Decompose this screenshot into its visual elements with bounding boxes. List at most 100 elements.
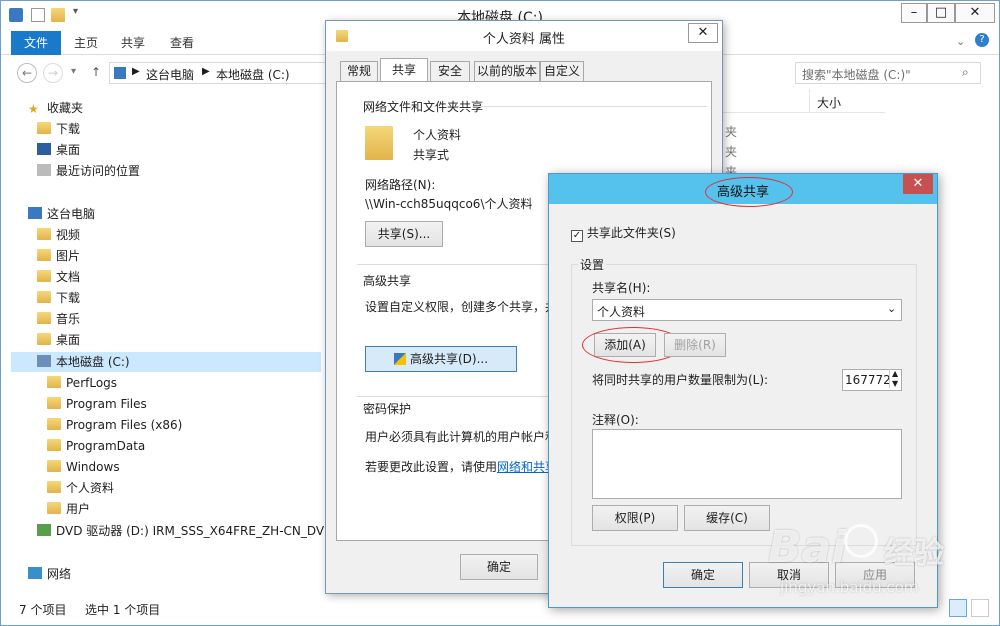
- permissions-button[interactable]: 权限(P): [592, 505, 678, 531]
- stepper-down-icon[interactable]: ▼: [889, 379, 898, 388]
- user-limit-stepper[interactable]: 167772 ▲ ▼: [842, 369, 902, 391]
- recent-places-icon: [37, 164, 51, 176]
- pictures-folder-icon: [37, 249, 51, 261]
- nav-network[interactable]: 网络: [28, 564, 71, 584]
- list-item[interactable]: 夹: [725, 143, 737, 160]
- share-button[interactable]: 共享(S)...: [365, 221, 443, 247]
- paw-logo-icon: [844, 524, 878, 558]
- nav-label: Program Files (x86): [66, 418, 183, 432]
- nav-label: 视频: [56, 228, 81, 242]
- advanced-sharing-button[interactable]: 高级共享(D)...: [365, 346, 517, 372]
- maximize-button[interactable]: □: [927, 3, 955, 23]
- status-item-count: 7 个项目: [19, 603, 67, 617]
- column-header-size[interactable]: 大小: [817, 94, 841, 111]
- share-name-select[interactable]: 个人资料 ⌄: [592, 299, 902, 321]
- nav-label: ProgramData: [66, 439, 146, 453]
- nav-favorite-downloads[interactable]: 下载: [37, 119, 80, 139]
- close-button[interactable]: ✕: [955, 3, 995, 23]
- computer-icon: [28, 207, 42, 219]
- nav-label: 下载: [56, 291, 81, 305]
- nav-pictures[interactable]: 图片: [37, 246, 80, 266]
- tab-share[interactable]: 共享: [116, 31, 150, 55]
- search-input[interactable]: 搜索"本地磁盘 (C:)" ⌕: [795, 62, 981, 84]
- remove-button[interactable]: 删除(R): [664, 333, 726, 357]
- nav-perflogs[interactable]: PerfLogs: [47, 373, 117, 393]
- advanced-sharing-close-button[interactable]: ✕: [903, 174, 933, 194]
- breadcrumb-this-pc[interactable]: 这台电脑: [146, 66, 194, 83]
- comment-textarea[interactable]: [592, 429, 902, 499]
- network-path-value: \\Win-cch85uqqco6\个人资料: [365, 197, 533, 211]
- tab-general[interactable]: 常规: [340, 61, 378, 81]
- nav-label: 网络: [47, 567, 72, 581]
- up-icon[interactable]: ↑: [91, 65, 101, 79]
- recent-locations-icon[interactable]: ▾: [71, 66, 76, 77]
- tab-customize[interactable]: 自定义: [540, 61, 584, 81]
- advanced-sharing-description: 设置自定义权限，创建多个共享，并设: [365, 300, 570, 314]
- forward-icon[interactable]: →: [43, 63, 63, 83]
- downloads-folder-icon: [37, 291, 51, 303]
- nav-this-pc[interactable]: 这台电脑: [28, 204, 95, 224]
- network-icon: [28, 567, 42, 579]
- tab-sharing[interactable]: 共享: [380, 58, 428, 82]
- ribbon-expand-icon[interactable]: ⌄: [956, 35, 965, 48]
- advanced-sharing-titlebar: 高级共享 ✕: [549, 174, 937, 207]
- back-icon[interactable]: ←: [17, 63, 37, 83]
- share-folder-checkbox-label: 共享此文件夹(S): [586, 226, 676, 240]
- chevron-down-icon[interactable]: ⌄: [887, 302, 896, 315]
- search-icon[interactable]: ⌕: [962, 65, 969, 80]
- watermark-brand: Bai: [768, 522, 847, 573]
- drive-icon: [37, 355, 51, 367]
- tab-view[interactable]: 查看: [165, 31, 199, 55]
- list-item[interactable]: 夹: [725, 123, 737, 140]
- uac-shield-icon: [393, 353, 406, 365]
- nav-programdata[interactable]: ProgramData: [47, 436, 145, 456]
- nav-label: 个人资料: [66, 481, 115, 495]
- nav-favorites[interactable]: ★ 收藏夹: [28, 98, 83, 118]
- caching-button[interactable]: 缓存(C): [684, 505, 770, 531]
- column-divider: [809, 89, 810, 113]
- folder-icon: [47, 502, 61, 514]
- tab-security[interactable]: 安全: [430, 61, 470, 81]
- address-box[interactable]: ▶ 这台电脑 ▶ 本地磁盘 (C:): [109, 62, 339, 84]
- tab-file[interactable]: 文件: [11, 31, 61, 55]
- search-placeholder: 搜索"本地磁盘 (C:)": [802, 68, 911, 82]
- help-icon[interactable]: ?: [975, 33, 989, 47]
- breadcrumb-drive-c[interactable]: 本地磁盘 (C:): [216, 66, 290, 83]
- adv-ok-button[interactable]: 确定: [663, 562, 743, 588]
- nav-windows[interactable]: Windows: [47, 457, 120, 477]
- nav-music[interactable]: 音乐: [37, 309, 80, 329]
- nav-desktop[interactable]: 桌面: [37, 330, 80, 350]
- properties-ok-button[interactable]: 确定: [460, 554, 538, 580]
- nav-users[interactable]: 用户: [47, 499, 90, 519]
- password-protection-group-title: 密码保护: [363, 402, 412, 416]
- comment-label: 注释(O):: [592, 413, 639, 427]
- hint-text: 若要更改此设置，请使用: [365, 460, 498, 474]
- folder-icon: [47, 376, 61, 388]
- nav-drive-c[interactable]: 本地磁盘 (C:): [11, 352, 321, 372]
- nav-videos[interactable]: 视频: [37, 225, 80, 245]
- nav-label: 本地磁盘 (C:): [56, 355, 130, 369]
- nav-dvd-drive[interactable]: DVD 驱动器 (D:) IRM_SSS_X64FRE_ZH-CN_DV5: [37, 521, 332, 541]
- share-folder-checkbox[interactable]: ✓: [571, 230, 583, 242]
- properties-titlebar: 个人资料 属性 ✕: [326, 21, 722, 51]
- desktop-folder-icon: [37, 333, 51, 345]
- stepper-up-icon[interactable]: ▲: [889, 369, 898, 378]
- star-icon: ★: [28, 102, 39, 116]
- folder-icon: [47, 481, 61, 493]
- tab-home[interactable]: 主页: [69, 31, 103, 55]
- nav-program-files-x86[interactable]: Program Files (x86): [47, 415, 182, 435]
- this-pc-icon: [114, 67, 126, 79]
- nav-favorite-desktop[interactable]: 桌面: [37, 140, 80, 160]
- nav-label: 最近访问的位置: [56, 164, 141, 178]
- properties-close-button[interactable]: ✕: [688, 23, 718, 43]
- nav-downloads[interactable]: 下载: [37, 288, 80, 308]
- nav-program-files[interactable]: Program Files: [47, 394, 147, 414]
- file-list-partial: 大小 夹 夹 夹: [721, 89, 891, 179]
- tab-previous-versions[interactable]: 以前的版本: [474, 61, 540, 81]
- minimize-button[interactable]: –: [901, 3, 927, 23]
- nav-label: Windows: [66, 460, 120, 474]
- nav-favorite-recent[interactable]: 最近访问的位置: [37, 161, 140, 181]
- share-folder-checkbox-row[interactable]: ✓ 共享此文件夹(S): [571, 224, 676, 242]
- nav-personal-data[interactable]: 个人资料: [47, 478, 114, 498]
- nav-documents[interactable]: 文档: [37, 267, 80, 287]
